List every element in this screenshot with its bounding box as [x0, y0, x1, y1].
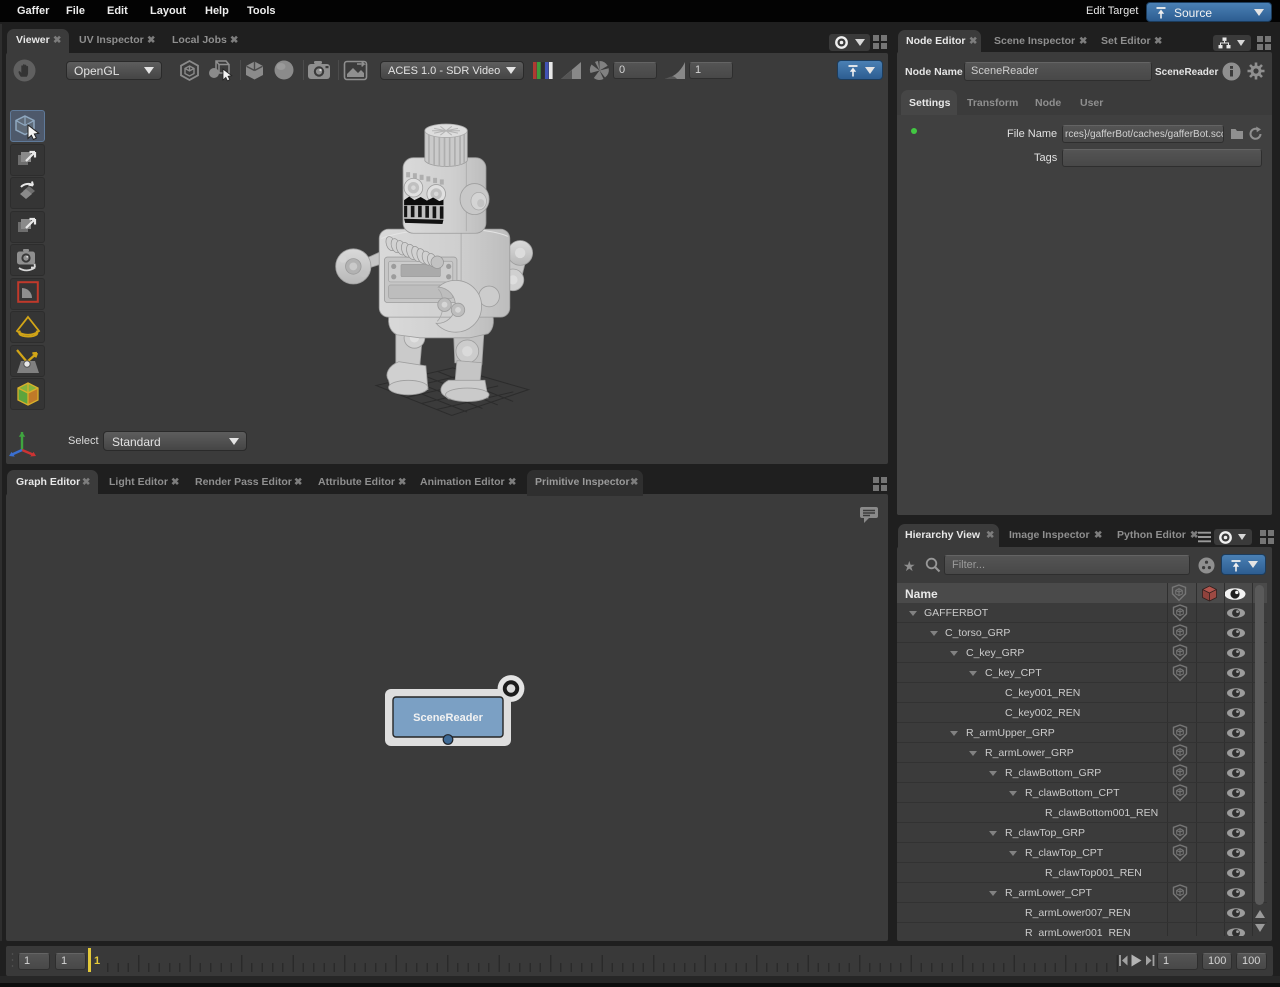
svg-text:SceneReader: SceneReader	[413, 712, 483, 724]
